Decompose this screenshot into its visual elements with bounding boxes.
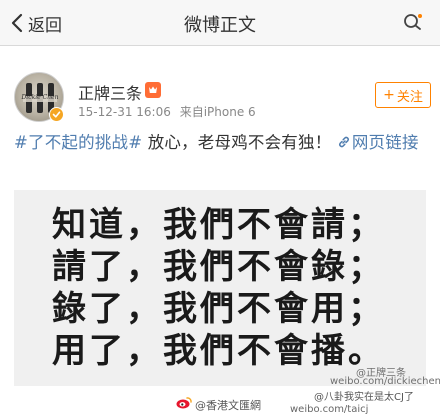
page-watermark-url: weibo.com/taicj [290, 404, 369, 415]
image-text-line: 錄了，我們不會用； [52, 289, 385, 329]
plus-icon: + [383, 87, 395, 103]
page-watermark-name-2: @八卦我实在是太CJ了 [314, 392, 414, 403]
post-timestamp: 15-12-31 16:06 [78, 105, 171, 119]
follow-label: 关注 [396, 89, 423, 105]
image-watermark-url: weibo.com/dickiechen [330, 376, 440, 387]
image-text-line: 請了，我們不會錄； [52, 247, 385, 287]
image-text-line: 知道，我們不會請； [52, 205, 385, 245]
image-text: 知道，我們不會請； 請了，我們不會錄； 錄了，我們不會用； 用了，我們不會播。 [52, 204, 385, 372]
page-title: 微博正文 [184, 15, 256, 36]
follow-button[interactable]: + 关注 [375, 82, 431, 108]
more-icon [402, 12, 424, 34]
page-watermark-name: @香港文匯網 [195, 399, 261, 412]
post-meta: 15-12-31 16:06 来自iPhone 6 [78, 103, 256, 120]
post-image[interactable]: 知道，我們不會請； 請了，我們不會錄； 錄了，我們不會用； 用了，我們不會播。 … [14, 190, 426, 386]
more-button[interactable] [400, 12, 426, 34]
link-icon [338, 136, 349, 148]
web-link-label: 网页链接 [351, 133, 419, 152]
web-link[interactable]: 网页链接 [337, 133, 419, 152]
navbar: 返回 微博正文 [0, 0, 440, 46]
post-body: 放心，老母鸡不会有独！ [142, 133, 337, 152]
post-source: 来自iPhone 6 [179, 105, 256, 119]
topic-link[interactable]: #了不起的挑战# [14, 133, 142, 152]
image-text-line: 用了，我們不會播。 [52, 331, 385, 371]
vip-member-icon[interactable] [145, 82, 161, 98]
avatar-text: Dickie Chen [21, 94, 59, 101]
author-name[interactable]: 正牌三条 [78, 80, 142, 104]
verified-icon [49, 107, 64, 122]
post-text: #了不起的挑战# 放心，老母鸡不会有独！ 网页链接 [14, 131, 428, 155]
weibo-logo-icon [176, 397, 192, 409]
